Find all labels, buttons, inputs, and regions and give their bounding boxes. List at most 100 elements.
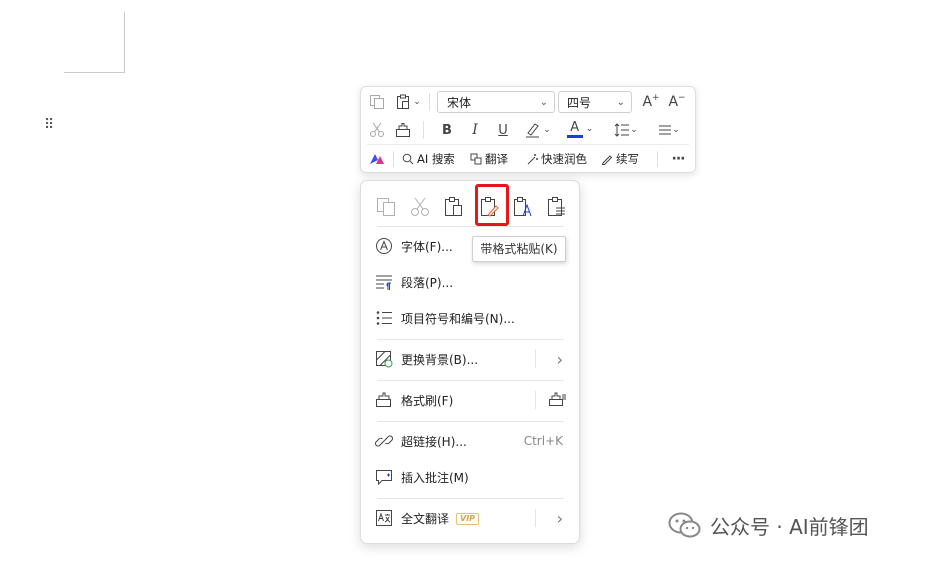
- tooltip: 带格式粘贴(K): [472, 236, 566, 262]
- ai-search-button[interactable]: AI 搜索: [402, 149, 455, 169]
- toolbar-divider: [429, 93, 430, 111]
- menu-item-label: 超链接(H)...: [401, 434, 467, 449]
- context-menu: 字体(F)... 段落(P)... 项目符号和编号(N)... 更换背景(B).…: [360, 180, 580, 544]
- chevron-right-icon[interactable]: ›: [557, 350, 563, 369]
- page-corner-vertical: [124, 12, 125, 73]
- menu-item-label: 字体(F)...: [401, 239, 453, 254]
- bold-button[interactable]: B: [437, 120, 457, 140]
- menu-item-insert-comment[interactable]: 插入批注(M): [361, 462, 579, 492]
- comment-icon: [375, 468, 393, 486]
- font-color-swatch: [566, 134, 583, 138]
- quick-polish-button[interactable]: 快速润色: [526, 149, 587, 169]
- shrink-font-label: A: [668, 94, 679, 110]
- paste-icon[interactable]: ⌄: [393, 92, 423, 112]
- font-name-value: 宋体: [447, 96, 472, 110]
- chevron-down-icon: ⌄: [630, 125, 638, 135]
- menu-divider: [377, 226, 564, 227]
- wps-ai-logo-icon[interactable]: [368, 149, 386, 169]
- clipboard-list-icon[interactable]: [544, 195, 568, 219]
- chevron-right-icon[interactable]: ›: [557, 509, 563, 528]
- search-icon: [402, 153, 414, 165]
- plus-icon: +: [652, 93, 660, 103]
- menu-item-label-wrap: 全文翻译 VIP: [401, 510, 480, 527]
- watermark-text: 公众号 · AI前锋团: [710, 514, 869, 539]
- page-corner-horizontal: [64, 72, 125, 73]
- toolbar-row-divider: [367, 144, 689, 145]
- vip-badge: VIP: [456, 513, 480, 525]
- scissors-icon[interactable]: [408, 195, 432, 219]
- translate-doc-icon: [375, 509, 393, 527]
- align-button[interactable]: ⌄: [654, 120, 684, 140]
- clipboard-icon[interactable]: [441, 195, 465, 219]
- paragraph-icon: [375, 273, 393, 291]
- menu-divider: [377, 498, 564, 499]
- toolbar-divider: [393, 151, 394, 167]
- menu-item-paragraph[interactable]: 段落(P)...: [361, 267, 579, 297]
- menu-item-label: 全文翻译: [401, 511, 450, 526]
- chevron-down-icon: ⌄: [616, 97, 625, 108]
- menu-item-bullets-numbering[interactable]: 项目符号和编号(N)...: [361, 303, 579, 333]
- menu-item-change-background[interactable]: 更换背景(B)... ›: [361, 344, 579, 374]
- menu-item-divider: [535, 509, 536, 527]
- font-circle-icon: [375, 237, 393, 255]
- menu-item-format-painter[interactable]: 格式刷(F): [361, 385, 579, 415]
- menu-item-full-translate[interactable]: 全文翻译 VIP ›: [361, 503, 579, 533]
- clipboard-a-icon[interactable]: [511, 195, 535, 219]
- menu-divider: [377, 421, 564, 422]
- bullet-list-icon: [375, 309, 393, 327]
- menu-item-label: 格式刷(F): [401, 393, 454, 408]
- chevron-down-icon: ⌄: [539, 97, 548, 108]
- menu-item-hyperlink[interactable]: 超链接(H)... Ctrl+K: [361, 426, 579, 456]
- toolbar-divider: [423, 121, 424, 139]
- font-name-select[interactable]: 宋体 ⌄: [437, 91, 555, 113]
- shrink-font-button[interactable]: A −: [667, 92, 687, 112]
- menu-item-shortcut: Ctrl+K: [523, 434, 563, 448]
- wechat-logo-icon: [668, 512, 701, 538]
- background-icon: [375, 350, 393, 368]
- chevron-down-icon: ⌄: [585, 124, 594, 134]
- link-icon: [375, 432, 393, 450]
- mini-toolbar: ⌄ 宋体 ⌄ 四号 ⌄ A + A − B I U ⌄ A ⌄ ⌄ ⌄ AI 搜…: [360, 86, 696, 173]
- copy-icon[interactable]: [367, 92, 387, 112]
- translate-label: 翻译: [485, 152, 508, 166]
- menu-item-label: 项目符号和编号(N)...: [401, 311, 515, 326]
- menu-item-label: 更换背景(B)...: [401, 352, 479, 367]
- watermark: 公众号 · AI前锋团: [668, 510, 869, 540]
- translate-button[interactable]: 翻译: [470, 149, 508, 169]
- continue-write-button[interactable]: 续写: [601, 149, 639, 169]
- font-size-value: 四号: [567, 96, 592, 110]
- menu-divider: [377, 380, 564, 381]
- chevron-down-icon: ⌄: [672, 125, 680, 135]
- menu-divider: [377, 339, 564, 340]
- minus-icon: −: [678, 93, 686, 103]
- selection-highlight-box: [475, 184, 509, 226]
- italic-button[interactable]: I: [465, 120, 485, 140]
- menu-item-label: 插入批注(M): [401, 470, 469, 485]
- chevron-down-icon: ⌄: [543, 125, 551, 135]
- pen-icon: [601, 155, 613, 165]
- translate-icon: [470, 153, 482, 165]
- magic-wand-icon: [527, 154, 538, 165]
- copy-icon[interactable]: [374, 195, 398, 219]
- font-size-select[interactable]: 四号 ⌄: [558, 91, 632, 113]
- chevron-down-icon: ⌄: [413, 97, 421, 107]
- format-painter-lock-icon[interactable]: [548, 390, 566, 411]
- format-painter-icon: [375, 391, 393, 409]
- line-spacing-button[interactable]: ⌄: [611, 120, 641, 140]
- ai-search-label: AI 搜索: [417, 152, 455, 166]
- quick-polish-label: 快速润色: [541, 152, 587, 166]
- more-button[interactable]: ···: [665, 149, 691, 169]
- toolbar-divider: [657, 151, 658, 167]
- highlight-button[interactable]: ⌄: [521, 120, 555, 140]
- grow-font-button[interactable]: A +: [641, 92, 661, 112]
- menu-item-label: 段落(P)...: [401, 275, 454, 290]
- continue-write-label: 续写: [616, 152, 639, 166]
- menu-item-divider: [535, 391, 536, 409]
- font-color-button[interactable]: A ⌄: [565, 118, 595, 140]
- grow-font-label: A: [642, 94, 653, 110]
- drag-handle-icon[interactable]: ⠿: [44, 117, 56, 133]
- scissors-icon[interactable]: [367, 120, 387, 140]
- format-painter-icon[interactable]: [393, 120, 413, 140]
- underline-button[interactable]: U: [493, 120, 513, 140]
- font-color-label: A: [570, 119, 580, 135]
